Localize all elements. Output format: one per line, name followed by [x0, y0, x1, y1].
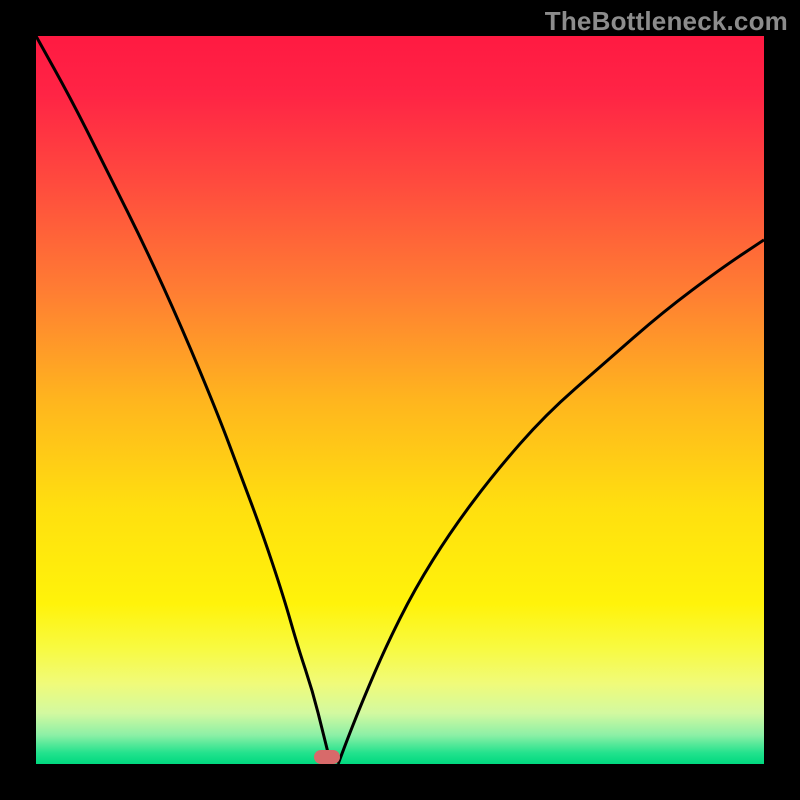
chart-frame: TheBottleneck.com	[0, 0, 800, 800]
curve-right-branch	[338, 240, 764, 764]
bottleneck-curve	[36, 36, 764, 764]
optimum-marker	[314, 750, 340, 764]
plot-area	[36, 36, 764, 764]
watermark-text: TheBottleneck.com	[545, 6, 788, 37]
curve-left-branch	[36, 36, 331, 764]
